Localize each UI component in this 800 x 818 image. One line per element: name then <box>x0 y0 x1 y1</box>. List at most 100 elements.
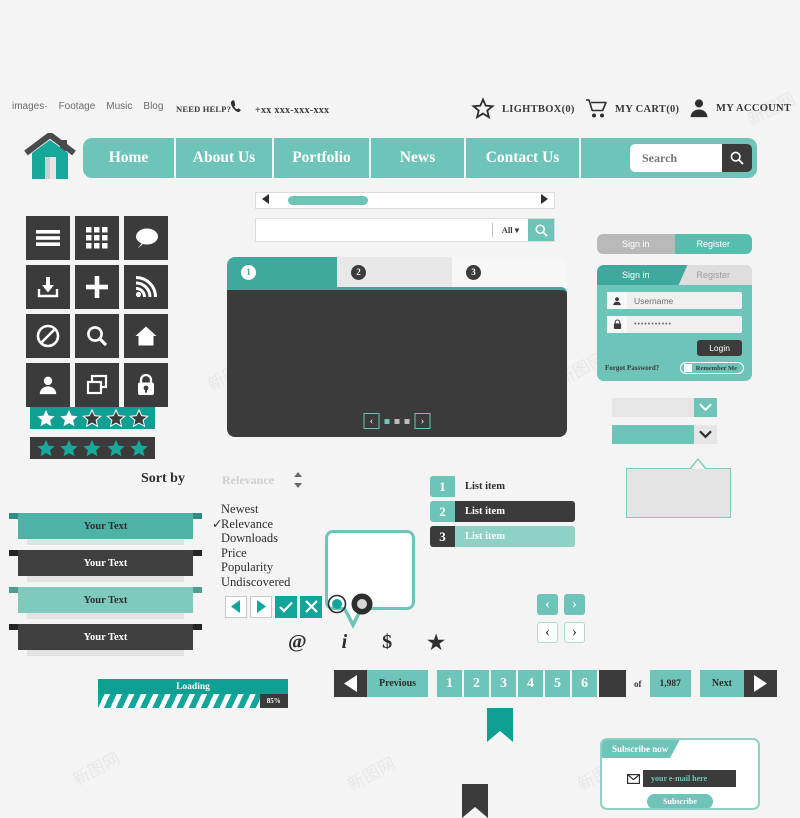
search-submit-button[interactable] <box>528 219 554 241</box>
carousel-tab-1[interactable]: 1 <box>227 257 361 287</box>
forgot-password-link[interactable]: Forgot Password? <box>605 364 659 372</box>
list-item[interactable]: 2 List item <box>430 501 575 522</box>
search-icon[interactable] <box>75 314 119 358</box>
carousel-tab-2[interactable]: 2 <box>337 257 476 287</box>
sort-option-popularity[interactable]: Popularity <box>221 560 290 575</box>
tab-register[interactable]: Register <box>674 234 752 254</box>
ribbon-banner[interactable]: Your Text <box>9 513 202 545</box>
user-icon[interactable] <box>26 363 70 407</box>
download-icon[interactable] <box>26 265 70 309</box>
page-6-button[interactable]: 6 <box>572 670 598 697</box>
account-link[interactable]: MY ACCOUNT <box>688 97 791 119</box>
previous-button[interactable]: Previous <box>367 670 429 697</box>
nav-item-news[interactable]: News <box>371 138 466 178</box>
page-4-button[interactable]: 4 <box>518 670 544 697</box>
sort-option-undiscovered[interactable]: Undiscovered <box>221 575 290 590</box>
dollar-icon[interactable]: $ <box>382 631 392 654</box>
chevron-right-icon[interactable]: › <box>414 413 431 429</box>
email-field[interactable]: your e-mail here <box>624 770 736 787</box>
rss-icon[interactable] <box>124 265 168 309</box>
triangle-right-icon[interactable] <box>250 595 272 618</box>
sort-by-value[interactable]: Relevance <box>222 473 274 488</box>
nav-search-input[interactable] <box>630 144 722 172</box>
login-tab-register[interactable]: Register <box>662 265 752 285</box>
page-5-button[interactable]: 5 <box>545 670 571 697</box>
list-item[interactable]: 3 List item <box>430 526 575 547</box>
chevron-left-icon[interactable]: ‹ <box>537 594 558 615</box>
triangle-left-icon[interactable] <box>334 670 367 697</box>
windows-icon[interactable] <box>75 363 119 407</box>
at-sign-icon[interactable]: @ <box>288 631 307 654</box>
rating-bar-full[interactable] <box>30 437 155 459</box>
chevron-down-icon[interactable] <box>694 425 717 444</box>
remember-me-checkbox[interactable]: Remember Me <box>679 362 744 374</box>
triangle-right-icon[interactable] <box>743 670 777 697</box>
ribbon-banner[interactable]: Your Text <box>9 624 202 656</box>
page-2-button[interactable]: 2 <box>464 670 490 697</box>
lightbox-link[interactable]: LIGHTBOX(0) <box>470 97 575 121</box>
password-field[interactable]: ••••••••••• <box>607 316 742 333</box>
sort-option-newest[interactable]: Newest <box>221 502 290 517</box>
top-link-music[interactable]: Music <box>106 101 132 112</box>
horizontal-scrollbar[interactable] <box>255 192 555 209</box>
chevron-right-icon[interactable]: › <box>564 594 585 615</box>
plus-icon[interactable] <box>75 265 119 309</box>
arrow-left-icon[interactable] <box>260 192 272 210</box>
up-down-arrows-icon[interactable] <box>293 472 303 493</box>
chat-bubble-icon[interactable] <box>124 216 168 260</box>
page-1-button[interactable]: 1 <box>437 670 463 697</box>
cart-link[interactable]: MY CART(0) <box>585 98 679 120</box>
chevron-right-icon[interactable]: › <box>564 622 585 643</box>
carousel-dot[interactable] <box>404 418 410 424</box>
chevron-left-icon[interactable]: ‹ <box>537 622 558 643</box>
sort-option-relevance[interactable]: ✓ Relevance <box>212 517 290 532</box>
triangle-left-icon[interactable] <box>225 595 247 618</box>
page-3-button[interactable]: 3 <box>491 670 517 697</box>
nav-item-portfolio[interactable]: Portfolio <box>274 138 371 178</box>
star-icon[interactable]: ★ <box>427 630 445 655</box>
bookmark-icon[interactable] <box>462 784 488 818</box>
checkbox-box[interactable] <box>683 364 692 372</box>
info-icon[interactable]: i <box>342 631 348 654</box>
chevron-down-icon[interactable] <box>694 398 717 417</box>
home-icon[interactable] <box>124 314 168 358</box>
nav-search-button[interactable] <box>722 144 752 172</box>
radio-selected-icon[interactable] <box>327 594 347 619</box>
list-item[interactable]: 1 List item <box>430 476 575 497</box>
carousel-dot[interactable] <box>394 418 400 424</box>
hamburger-menu-icon[interactable] <box>26 216 70 260</box>
search-scope-select[interactable]: All ▾ <box>493 225 528 236</box>
carousel-tab-3[interactable]: 3 <box>452 257 567 287</box>
nav-item-about-us[interactable]: About Us <box>176 138 274 178</box>
arrow-right-icon[interactable] <box>538 192 550 210</box>
subscribe-button[interactable]: Subscribe <box>647 794 713 808</box>
close-x-icon[interactable] <box>300 595 322 618</box>
no-entry-icon[interactable] <box>26 314 70 358</box>
bookmark-icon[interactable] <box>487 708 513 742</box>
login-button[interactable]: Login <box>697 340 742 356</box>
select-teal[interactable] <box>612 425 717 444</box>
sort-option-price[interactable]: Price <box>221 546 290 561</box>
radio-dark-icon[interactable] <box>350 592 374 621</box>
top-link-footage[interactable]: Footage <box>59 101 96 112</box>
nav-item-contact-us[interactable]: Contact Us <box>466 138 581 178</box>
search-input[interactable] <box>256 219 492 241</box>
check-icon[interactable] <box>275 595 297 618</box>
carousel-dot[interactable] <box>384 418 390 424</box>
grid-icon[interactable] <box>75 216 119 260</box>
ribbon-banner[interactable]: Your Text <box>9 550 202 582</box>
rating-bar-partial[interactable] <box>30 407 155 429</box>
nav-item-home[interactable]: Home <box>83 138 176 178</box>
lock-icon[interactable] <box>124 363 168 407</box>
username-field[interactable]: Username <box>607 292 742 309</box>
home-logo-icon[interactable] <box>23 132 77 186</box>
page-input-box[interactable] <box>599 670 627 697</box>
ribbon-banner[interactable]: Your Text <box>9 587 202 619</box>
next-button[interactable]: Next <box>699 670 744 697</box>
tab-sign-in[interactable]: Sign in <box>597 234 675 254</box>
top-link-images[interactable]: images· <box>12 101 48 112</box>
select-grey[interactable] <box>612 398 717 417</box>
top-link-blog[interactable]: Blog <box>143 101 163 112</box>
chevron-left-icon[interactable]: ‹ <box>363 413 380 429</box>
scrollbar-thumb[interactable] <box>288 196 368 205</box>
